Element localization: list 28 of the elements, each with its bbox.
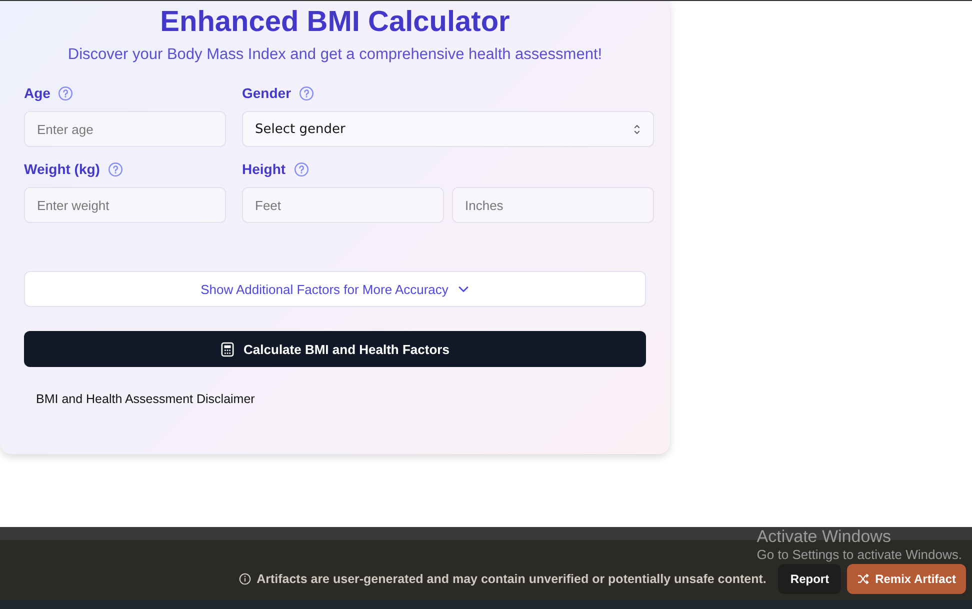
field-label: Age (24, 85, 50, 101)
input-field[interactable]: Enter weight (24, 187, 226, 223)
help-icon[interactable] (108, 162, 123, 176)
activation-message: Go to Settings to activate Windows. (756, 547, 962, 562)
disclaimer-text: BMI and Health Assessment Disclaimer (36, 392, 256, 406)
input-field[interactable]: Inches (452, 187, 654, 223)
select-field[interactable]: Select gender (242, 111, 654, 147)
info-icon (238, 573, 251, 585)
input-field[interactable]: Feet (242, 187, 444, 223)
field-label: Height (242, 161, 286, 177)
chevron-icon (458, 286, 470, 292)
shuffle-icon (857, 574, 870, 584)
additional-factors-button[interactable]: Show Additional Factors for More Accuracy (24, 271, 646, 307)
chevron-icon (633, 124, 641, 134)
field-label: Gender (242, 85, 292, 101)
help-icon[interactable] (58, 86, 74, 100)
footer-notice: Artifacts are user-generated and may contain unverified or potentially unsafe content. (256, 572, 766, 586)
page-title: Enhanced BMI Calculator (160, 5, 510, 39)
activation-title: Activate Windows (756, 527, 892, 547)
remix-button[interactable]: Remix Artifact (847, 564, 966, 594)
field-label: Weight (kg) (24, 161, 100, 177)
subtitle: Discover your Body Mass Index and get a comprehensive health assessment! (68, 45, 602, 65)
report-button[interactable]: Report (778, 564, 842, 594)
help-icon[interactable] (299, 86, 314, 100)
calculate-button[interactable]: Calculate BMI and Health Factors (24, 331, 646, 367)
help-icon[interactable] (294, 162, 309, 176)
calculator-icon (220, 342, 234, 356)
input-field[interactable]: Enter age (24, 111, 226, 147)
